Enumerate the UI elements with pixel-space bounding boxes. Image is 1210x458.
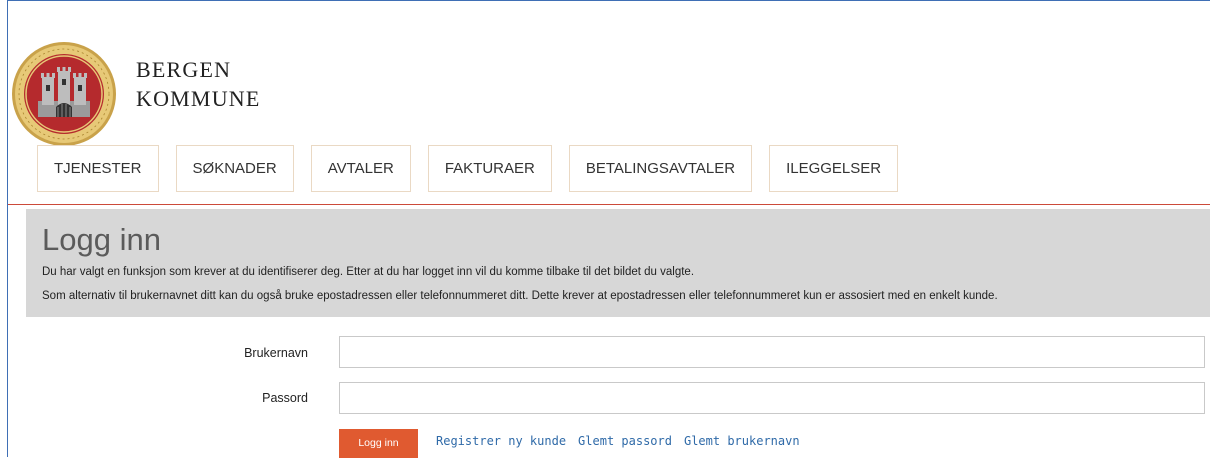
nav-tab-tjenester[interactable]: TJENESTER (37, 145, 159, 192)
nav-tab-fakturaer[interactable]: FAKTURAER (427, 145, 552, 192)
main-nav: TJENESTER SØKNADER AVTALER FAKTURAER BET… (37, 145, 915, 192)
brand-name: BERGEN KOMMUNE (136, 55, 261, 113)
nav-tab-soknader[interactable]: SØKNADER (175, 145, 294, 192)
nav-tab-avtaler[interactable]: AVTALER (310, 145, 411, 192)
username-label: Brukernavn (244, 346, 308, 360)
password-input[interactable] (339, 382, 1205, 414)
nav-tab-betalingsavtaler[interactable]: BETALINGSAVTALER (568, 145, 753, 192)
username-input[interactable] (339, 336, 1205, 368)
brand-line-2: KOMMUNE (136, 86, 261, 111)
nav-divider (8, 204, 1210, 205)
forgot-password-link[interactable]: Glemt passord (578, 434, 672, 449)
forgot-username-link[interactable]: Glemt brukernavn (684, 434, 800, 449)
bergen-kommune-seal-icon (12, 42, 116, 146)
login-button[interactable]: Logg inn (339, 429, 418, 458)
register-link[interactable]: Registrer ny kunde (436, 434, 566, 449)
nav-tab-ileggelser[interactable]: ILEGGELSER (769, 145, 899, 192)
login-description-2: Som alternativ til brukernavnet ditt kan… (42, 290, 998, 302)
login-description-1: Du har valgt en funksjon som krever at d… (42, 266, 695, 278)
password-label: Passord (262, 391, 308, 405)
account-links: Registrer ny kunde Glemt passord Glemt b… (436, 434, 812, 449)
page-frame: BERGEN KOMMUNE TJENESTER SØKNADER AVTALE… (7, 0, 1210, 458)
page-title: Logg inn (42, 222, 161, 257)
login-info-panel: Logg inn Du har valgt en funksjon som kr… (26, 209, 1210, 317)
brand-line-1: BERGEN (136, 57, 232, 82)
